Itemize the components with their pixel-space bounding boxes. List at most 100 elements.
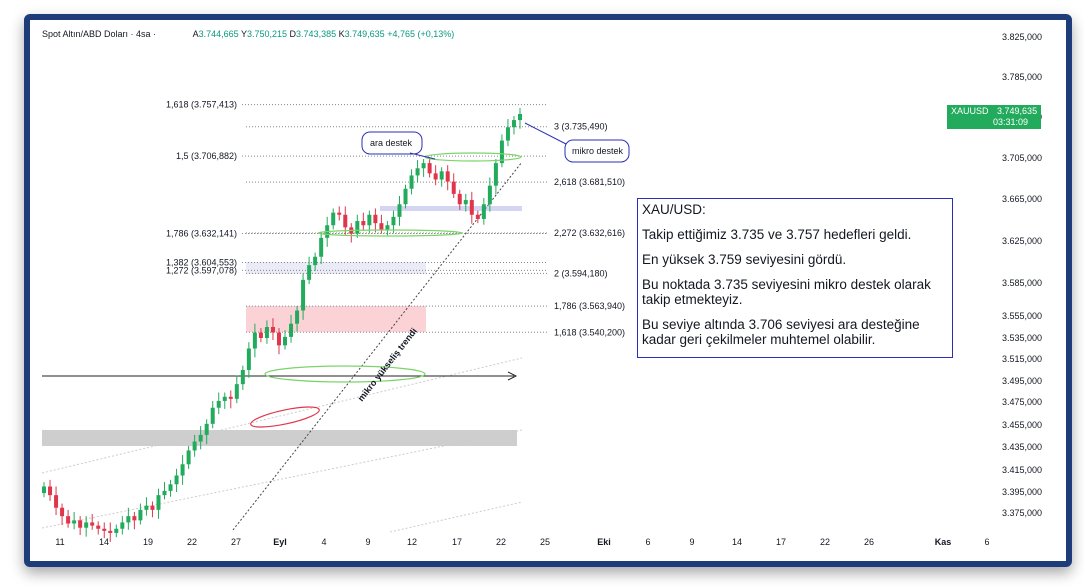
candle-body bbox=[144, 505, 149, 510]
y-tick-label: 3.435,000 bbox=[1002, 442, 1042, 452]
high-value: 3.750,215 bbox=[246, 29, 288, 39]
candle-body bbox=[270, 327, 275, 333]
current-price-tag: XAUUSD 3.749,635 03:31:09 bbox=[947, 105, 1042, 129]
candle-body bbox=[283, 336, 288, 346]
analysis-note: XAU/USD: Takip ettiğimiz 3.735 ve 3.757 … bbox=[637, 198, 953, 358]
ohlc-readout: A3.744,665 Y3.750,215 D3.743,385 K3.749,… bbox=[193, 29, 455, 39]
y-tick-label: 3.375,000 bbox=[1002, 508, 1042, 518]
x-tick-label: 11 bbox=[55, 537, 64, 547]
y-tick-label: 3.625,000 bbox=[1002, 236, 1042, 246]
fib-level-label: 2,272 (3.632,616) bbox=[554, 228, 625, 238]
candle-body bbox=[457, 193, 462, 205]
x-tick-label: 25 bbox=[540, 537, 550, 547]
candle-body bbox=[138, 509, 143, 521]
x-tick-label: Eki bbox=[597, 537, 611, 547]
candle-body bbox=[150, 505, 155, 510]
candle-body bbox=[355, 221, 360, 234]
mikro-destek-label: mikro destek bbox=[572, 146, 624, 156]
candle-body bbox=[361, 221, 366, 226]
y-tick-label: 3.585,000 bbox=[1002, 278, 1042, 288]
x-tick-label: 6 bbox=[984, 537, 989, 547]
y-tick-label: 3.535,000 bbox=[1002, 333, 1042, 343]
candle-body bbox=[289, 323, 294, 337]
chart-frame: 1,618 (3.757,413) 1,5 (3.706,882) 1,786 (3… bbox=[24, 14, 1072, 567]
candle-body bbox=[198, 434, 203, 442]
x-tick-label: Kas bbox=[935, 537, 952, 547]
x-axis[interactable]: 11 14 19 22 27 Eyl 4 9 12 17 22 25 Eki 6 9 14 17 22 26 Kas 6 bbox=[55, 537, 989, 547]
candle-body bbox=[337, 212, 342, 215]
note-line-4: Bu seviye altında 3.706 seviyesi ara des… bbox=[642, 317, 920, 347]
price-tag-symbol: XAUUSD bbox=[951, 106, 989, 116]
candle-body bbox=[126, 516, 131, 523]
candle-body bbox=[343, 214, 348, 228]
symbol-title[interactable]: Spot Altın/ABD Doları · 4sa · bbox=[42, 29, 156, 39]
x-tick-label: 22 bbox=[187, 537, 197, 547]
candle-body bbox=[78, 520, 83, 528]
candle-body bbox=[469, 200, 474, 215]
candle-body bbox=[180, 464, 185, 476]
fib-level-label: 2 (3.594,180) bbox=[554, 268, 608, 278]
x-tick-label: 17 bbox=[776, 537, 786, 547]
y-tick-label: 3.395,000 bbox=[1002, 487, 1042, 497]
candle-body bbox=[90, 522, 95, 526]
fib-level-label: 3 (3.735,490) bbox=[554, 122, 608, 132]
candle-body bbox=[174, 475, 179, 485]
candle-body bbox=[114, 528, 119, 533]
candle-body bbox=[264, 327, 269, 338]
y-tick-label: 3.825,000 bbox=[1002, 32, 1042, 42]
candle-body bbox=[258, 332, 263, 338]
candle-body bbox=[397, 204, 402, 217]
candle-body bbox=[295, 310, 300, 324]
candle-body bbox=[367, 214, 372, 226]
candle-body bbox=[307, 265, 312, 280]
candle-body bbox=[421, 163, 426, 169]
note-title: XAU/USD: bbox=[642, 202, 706, 217]
candle-body bbox=[186, 450, 191, 465]
candle-body bbox=[132, 516, 137, 521]
candle-body bbox=[108, 530, 113, 533]
candle-body bbox=[84, 522, 89, 528]
x-tick-label: 26 bbox=[864, 537, 874, 547]
ara-destek-label: ara destek bbox=[370, 138, 413, 148]
x-tick-label: 22 bbox=[820, 537, 830, 547]
candle-body bbox=[445, 171, 450, 182]
fib-level-label: 1,618 (3.540,200) bbox=[554, 327, 625, 337]
y-tick-label: 3.455,000 bbox=[1002, 420, 1042, 430]
green-ellipse-1 bbox=[264, 365, 426, 383]
candle-body bbox=[54, 495, 59, 508]
candle-body bbox=[252, 332, 257, 349]
candle-body bbox=[331, 212, 336, 226]
candle-body bbox=[234, 384, 239, 399]
fib-level-label: 2,618 (3.681,510) bbox=[554, 177, 625, 187]
x-tick-label: 22 bbox=[496, 537, 506, 547]
candle-body bbox=[276, 332, 281, 346]
trend-label: mikro yükseliş trendi bbox=[356, 326, 419, 403]
candle-body bbox=[216, 400, 221, 408]
candle-body bbox=[475, 214, 480, 219]
note-line-1: Takip ettiğimiz 3.735 ve 3.757 hedefleri… bbox=[642, 227, 912, 242]
candle-body bbox=[505, 127, 510, 141]
candle-body bbox=[518, 114, 522, 121]
candle-body bbox=[319, 237, 324, 257]
candle-body bbox=[427, 163, 432, 174]
candle-body bbox=[42, 486, 46, 494]
candle-body bbox=[222, 396, 227, 401]
channel-line-lower bbox=[389, 501, 523, 533]
candle-body bbox=[433, 173, 438, 180]
candle-body bbox=[379, 223, 384, 230]
candle-body bbox=[481, 204, 486, 219]
candle-body bbox=[156, 495, 161, 510]
candle-body bbox=[493, 163, 498, 186]
low-value: 3.743,385 bbox=[296, 29, 337, 39]
y-tick-label: 3.785,000 bbox=[1002, 72, 1042, 82]
note-line-2: En yüksek 3.759 seviyesini gördü. bbox=[642, 252, 847, 267]
price-tag-countdown: 03:31:09 bbox=[993, 117, 1029, 127]
fib-level-label: 1,786 (3.563,940) bbox=[554, 301, 625, 311]
candle-body bbox=[48, 486, 53, 496]
price-tag-price: 3.749,635 bbox=[997, 106, 1038, 116]
candle-body bbox=[72, 520, 77, 524]
candle-body bbox=[204, 423, 209, 435]
y-tick-label: 3.515,000 bbox=[1002, 354, 1042, 364]
x-tick-label: 12 bbox=[407, 537, 417, 547]
x-tick-label: 17 bbox=[452, 537, 462, 547]
